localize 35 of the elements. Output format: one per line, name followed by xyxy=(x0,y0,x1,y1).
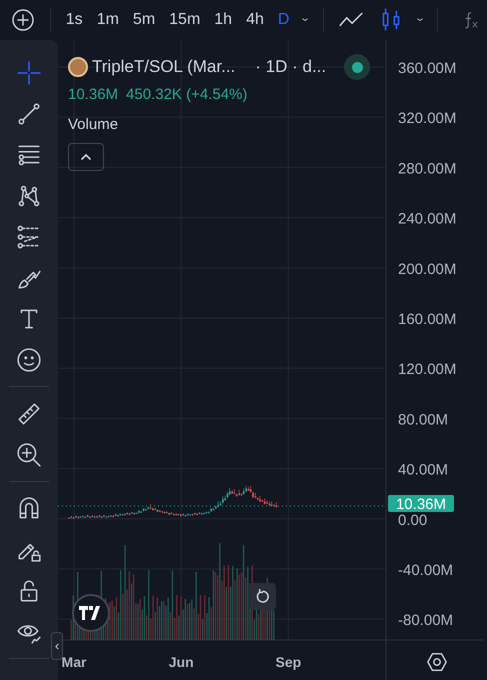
avatar-icon xyxy=(68,56,88,77)
x-axis-label: Sep xyxy=(276,654,302,670)
y-axis-label: 80.00M xyxy=(398,411,448,428)
interval-tab[interactable]: D xyxy=(272,10,294,30)
y-axis-label: -40.00M xyxy=(398,562,454,579)
interval-text: · 1D · d... xyxy=(255,56,326,78)
interval-tab[interactable]: 4h xyxy=(241,10,269,30)
settings-button[interactable] xyxy=(426,650,448,674)
y-axis-label: 240.00M xyxy=(398,210,456,228)
price-label: 10.36M xyxy=(388,495,454,513)
y-axis-label: 200.00M xyxy=(398,260,456,278)
y-axis-label: 320.00M xyxy=(398,110,456,128)
change-value: 450.32K (+4.54%) xyxy=(126,84,248,104)
y-axis-label: 120.00M xyxy=(398,361,456,378)
last-value: 10.36M xyxy=(68,84,118,104)
symbol-title[interactable]: TripleT/SOL (Mar... xyxy=(92,54,236,80)
reset-button[interactable] xyxy=(249,583,276,610)
x-axis-label: Jun xyxy=(168,654,194,670)
y-axis-label: 0.00 xyxy=(398,512,428,529)
interval-tab[interactable]: 1s xyxy=(60,10,88,30)
collapse-handle[interactable]: ‹ xyxy=(51,632,63,660)
y-axis-label: 160.00M xyxy=(398,311,456,328)
x-axis-label: Mar xyxy=(62,654,86,670)
reset-icon xyxy=(254,588,270,604)
interval-tab[interactable]: 5m xyxy=(128,10,160,30)
interval-tab[interactable]: 15m xyxy=(164,10,206,30)
interval-tab[interactable]: 1h xyxy=(209,10,238,30)
collapse-button[interactable] xyxy=(68,142,104,170)
interval-tab[interactable]: 1m xyxy=(92,10,124,30)
y-axis-label: 280.00M xyxy=(398,160,456,178)
y-axis-label: 360.00M xyxy=(398,60,456,77)
y-axis-label: 40.00M xyxy=(398,462,448,479)
logo-icon[interactable] xyxy=(72,594,110,632)
y-axis-label: -80.00M xyxy=(398,612,454,630)
indicator-name[interactable]: Volume xyxy=(68,114,326,136)
